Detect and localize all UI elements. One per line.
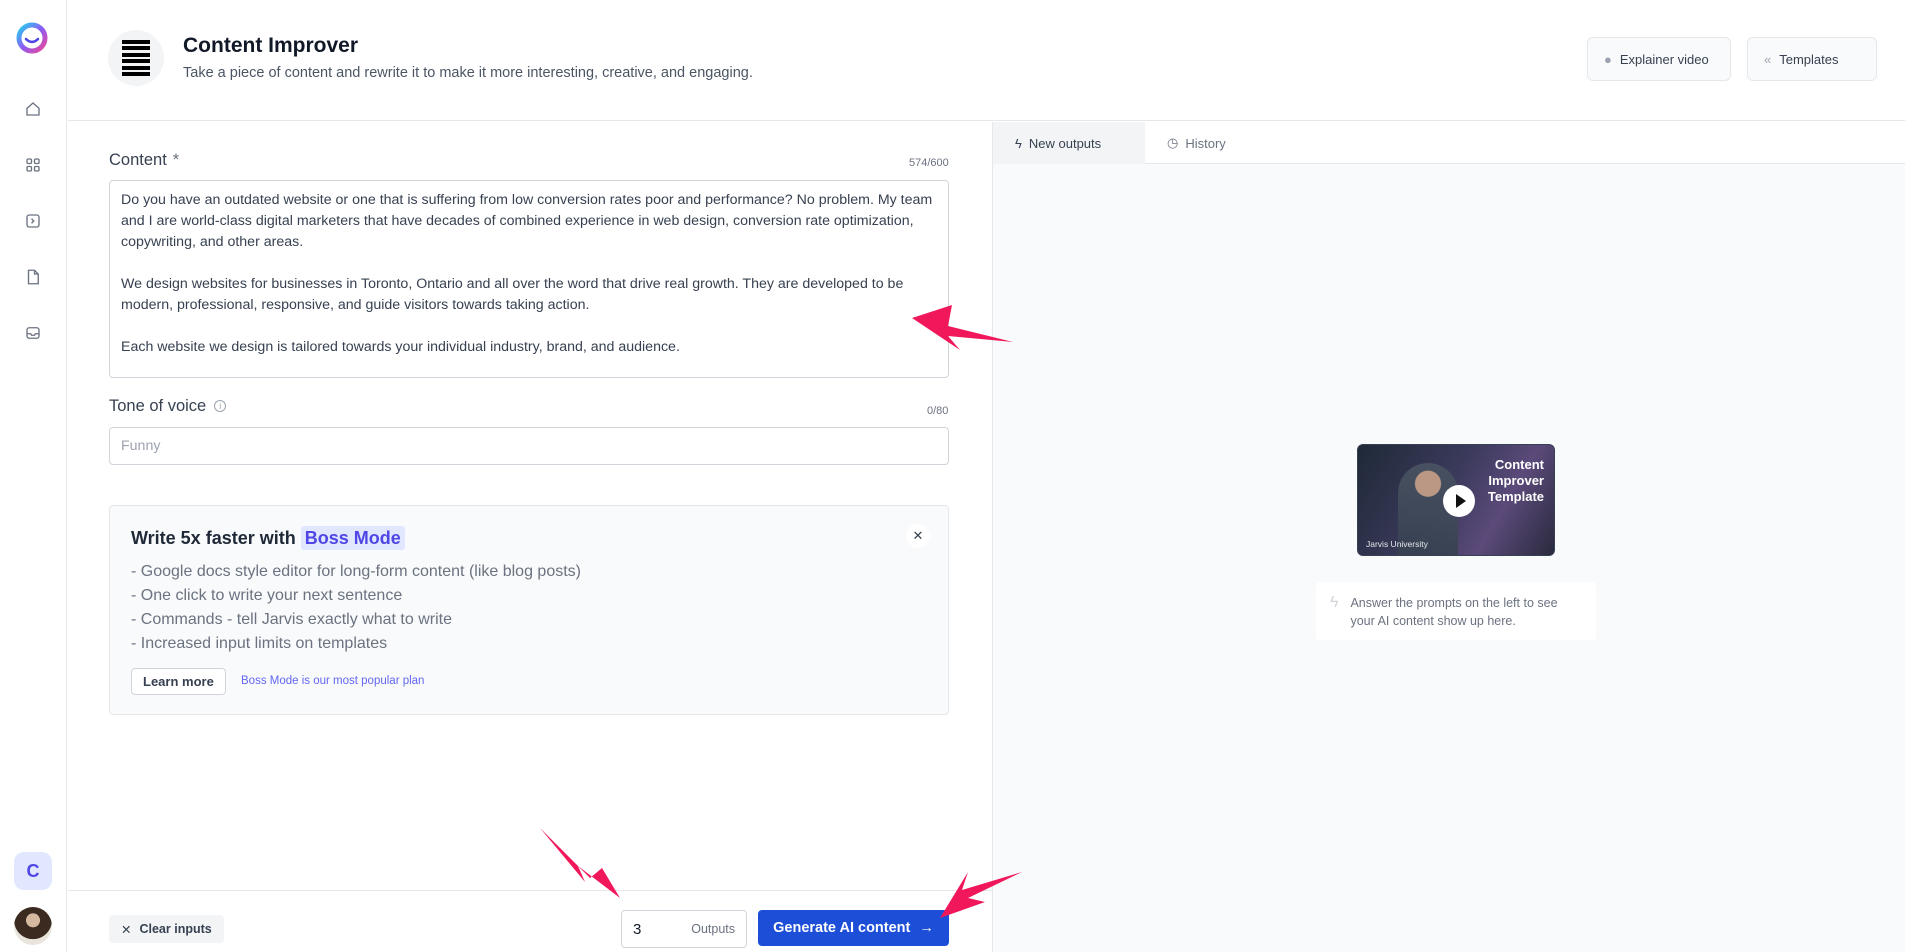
arrow-right-icon: →: [919, 920, 934, 936]
tab-history[interactable]: ◷ History: [1145, 122, 1248, 164]
info-icon[interactable]: i: [214, 400, 227, 412]
explainer-video-button[interactable]: ● Explainer video: [1587, 37, 1731, 81]
sidebar: C: [0, 0, 67, 952]
terminal-icon[interactable]: [22, 210, 44, 232]
page-subtitle: Take a piece of content and rewrite it t…: [183, 65, 753, 81]
learn-more-button[interactable]: Learn more: [131, 668, 226, 695]
templates-grid-icon[interactable]: [22, 154, 44, 176]
jasper-logo[interactable]: [14, 20, 50, 56]
outputs-label: Outputs: [691, 922, 735, 936]
empty-state-hint: ϟ Answer the prompts on the left to see …: [1316, 582, 1596, 640]
video-brand: Jarvis University: [1366, 539, 1428, 549]
boss-feature-list: - Google docs style editor for long-form…: [131, 560, 581, 656]
play-circle-icon: ●: [1604, 51, 1612, 67]
form-footer: ✕ Clear inputs 3 Outputs Generate AI con…: [68, 890, 992, 952]
tab-new-outputs[interactable]: ϟ New outputs: [993, 122, 1145, 164]
content-paragraph: We design websites for businesses in Tor…: [121, 276, 904, 313]
list-item: - Google docs style editor for long-form…: [131, 563, 581, 580]
video-thumbnail[interactable]: Content Improver Template Jarvis Univers…: [1357, 444, 1555, 556]
output-tabs: ϟ New outputs ◷ History: [993, 122, 1905, 164]
list-item: - Increased input limits on templates: [131, 635, 388, 652]
workspace-avatar[interactable]: C: [14, 852, 52, 890]
tab-history-label: History: [1185, 135, 1226, 151]
boss-mode-banner: Write 5x faster with Boss Mode ✕ - Googl…: [109, 505, 949, 715]
required-mark: *: [172, 151, 180, 169]
video-title-line: Template: [1487, 489, 1544, 504]
lightning-icon: ϟ: [1330, 594, 1339, 611]
list-item: - One click to write your next sentence: [131, 587, 403, 604]
content-label: Content *: [109, 151, 179, 170]
generate-button[interactable]: Generate AI content →: [758, 910, 949, 946]
tone-label: Tone of voice i: [109, 397, 227, 416]
page-header: Content Improver Take a piece of content…: [68, 0, 1905, 121]
templates-label: Templates: [1779, 51, 1839, 67]
content-paragraph: Do you have an outdated website or one t…: [121, 192, 933, 250]
templates-button[interactable]: « Templates: [1747, 37, 1877, 81]
clock-icon: ◷: [1167, 135, 1179, 150]
play-icon[interactable]: [1443, 485, 1475, 517]
template-icon: [108, 30, 164, 86]
close-icon[interactable]: ✕: [906, 524, 930, 548]
content-textarea[interactable]: Do you have an outdated website or one t…: [109, 180, 949, 378]
content-counter: 574/600: [909, 157, 949, 169]
home-icon[interactable]: [22, 98, 44, 120]
close-icon: ✕: [121, 922, 132, 937]
outputs-count-input[interactable]: 3 Outputs: [621, 910, 747, 948]
lightning-icon: ϟ: [1015, 135, 1022, 151]
content-label-text: Content: [109, 151, 167, 169]
content-paragraph: Each website we design is tailored towar…: [121, 339, 680, 355]
tone-label-text: Tone of voice: [109, 397, 207, 415]
generate-label: Generate AI content: [773, 920, 911, 936]
explainer-video-label: Explainer video: [1619, 51, 1709, 67]
page-title: Content Improver: [183, 34, 359, 57]
video-title-line: Improver: [1488, 473, 1544, 488]
video-title: Content Improver Template: [1488, 457, 1544, 505]
boss-mode-note: Boss Mode is our most popular plan: [241, 675, 425, 687]
clear-inputs-button[interactable]: ✕ Clear inputs: [109, 915, 224, 943]
output-panel: ϟ New outputs ◷ History Content Improver…: [992, 122, 1905, 952]
boss-title-highlight: Boss Mode: [300, 526, 405, 550]
outputs-value: 3: [633, 920, 642, 938]
boss-title-prefix: Write 5x faster with: [131, 528, 296, 548]
boss-mode-title: Write 5x faster with Boss Mode: [131, 526, 405, 550]
clear-inputs-label: Clear inputs: [139, 922, 212, 936]
hint-text: Answer the prompts on the left to see yo…: [1350, 596, 1558, 628]
list-item: - Commands - tell Jarvis exactly what to…: [131, 611, 452, 628]
tab-new-outputs-label: New outputs: [1028, 135, 1102, 151]
video-title-line: Content: [1494, 457, 1544, 472]
inbox-icon[interactable]: [22, 322, 44, 344]
tone-counter: 0/80: [927, 405, 949, 417]
tone-input[interactable]: Funny: [109, 427, 949, 465]
chevrons-left-icon: «: [1764, 51, 1772, 67]
user-avatar[interactable]: [14, 907, 52, 945]
input-form: Content * 574/600 Do you have an outdated…: [68, 122, 992, 952]
document-icon[interactable]: [22, 266, 44, 288]
